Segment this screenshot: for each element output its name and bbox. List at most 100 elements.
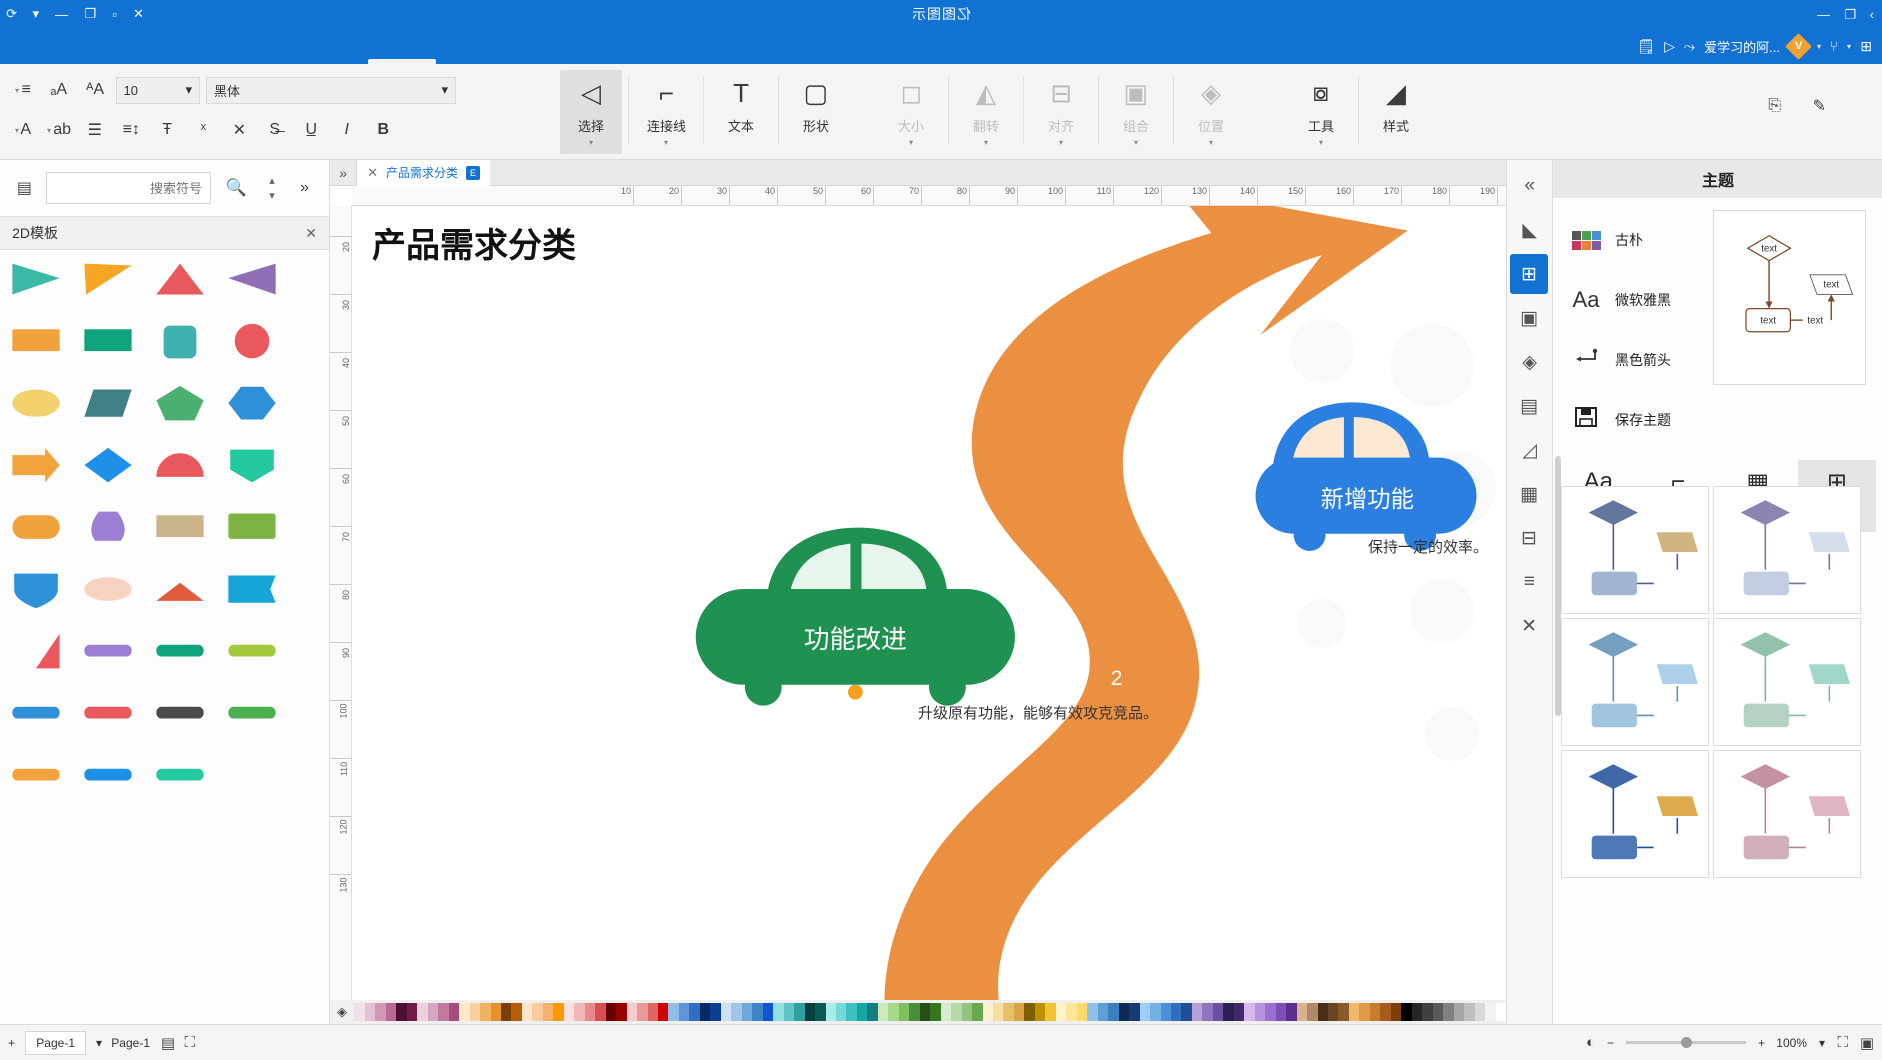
palette-color[interactable] (1097, 1003, 1109, 1021)
align-vertical-icon[interactable]: ≡↕ (116, 116, 146, 144)
palette-color[interactable] (616, 1003, 627, 1021)
palette-color[interactable] (877, 1003, 889, 1021)
palette-color[interactable] (741, 1003, 753, 1021)
palette-color[interactable] (678, 1003, 690, 1021)
palette-color[interactable] (521, 1003, 533, 1021)
palette-color[interactable] (605, 1003, 617, 1021)
close-icon[interactable]: ✕ (367, 165, 378, 181)
palette-color[interactable] (396, 1003, 407, 1021)
shuffle-icon[interactable]: ✕ (1511, 606, 1549, 646)
palette-color[interactable] (501, 1003, 512, 1021)
close-icon[interactable]: ✕ (305, 225, 317, 242)
layers-icon[interactable]: ◈ (1511, 342, 1549, 382)
sync-icon[interactable]: ⟳ (6, 6, 17, 22)
shape-item-vase[interactable] (80, 508, 136, 548)
palette-color[interactable] (595, 1003, 606, 1021)
palette-color[interactable] (1202, 1003, 1213, 1021)
shape-item-ellipse[interactable] (8, 384, 64, 424)
underline-icon[interactable]: U̲ (296, 116, 326, 144)
document-tab[interactable]: E 产品需求分类 ✕ (356, 159, 490, 186)
palette-color[interactable] (1328, 1003, 1339, 1021)
collapse-panel-button[interactable]: » (330, 160, 356, 186)
palette-color[interactable] (710, 1003, 721, 1021)
palette-color[interactable] (1359, 1003, 1370, 1021)
palette-color[interactable] (1474, 1003, 1486, 1021)
font-size-select[interactable]: ▾ 10 (116, 76, 200, 104)
shape-item-bar-teal[interactable] (152, 632, 208, 672)
palette-color[interactable] (1191, 1003, 1203, 1021)
theme-thumbnail[interactable] (1561, 618, 1709, 746)
palette-color[interactable] (553, 1003, 564, 1021)
palette-color[interactable] (825, 1003, 836, 1021)
ribbon-button-connector-icon[interactable]: ⌐ 连接线 ▾ (635, 70, 697, 154)
palette-color[interactable] (658, 1003, 669, 1021)
bold-icon[interactable]: B (368, 116, 398, 144)
palette-color[interactable] (1129, 1003, 1140, 1021)
palette-color[interactable] (1076, 1003, 1088, 1021)
chart-icon[interactable]: ◿ (1511, 430, 1549, 470)
chevron-down-icon[interactable]: ▾ (664, 138, 668, 147)
palette-color[interactable] (794, 1003, 805, 1021)
chevron-down-icon[interactable]: ▾ (589, 138, 593, 147)
minimize-window-icon[interactable]: — (55, 7, 68, 22)
image-icon[interactable]: ▣ (1511, 298, 1549, 338)
palette-color[interactable] (448, 1003, 460, 1021)
palette-color[interactable] (762, 1003, 774, 1021)
palette-color[interactable] (1212, 1003, 1224, 1021)
fill-bucket-icon[interactable]: ◣ (1511, 210, 1549, 250)
theme-thumbnail[interactable] (1713, 486, 1861, 614)
palette-color[interactable] (1139, 1003, 1151, 1021)
search-icon[interactable]: 🔍 (219, 172, 253, 204)
palette-color[interactable] (364, 1003, 376, 1021)
palette-color[interactable] (1254, 1003, 1266, 1021)
palette-color[interactable] (1118, 1003, 1130, 1021)
palette-color[interactable] (930, 1003, 941, 1021)
shapes-icon[interactable]: ⑂ (1830, 38, 1838, 54)
ribbon-button-size-icon[interactable]: ◻ 大小 ▾ (880, 70, 942, 154)
zoom-caret-icon[interactable]: ▾ (1819, 1036, 1825, 1050)
theme-thumbnail[interactable] (1561, 486, 1709, 614)
palette-color[interactable] (1401, 1003, 1412, 1021)
ribbon-button-fill-icon[interactable]: ◢ 样式 (1365, 70, 1427, 154)
palette-color[interactable] (480, 1003, 491, 1021)
palette-color[interactable] (668, 1003, 679, 1021)
ribbon-button-tools-icon[interactable]: ⧇ 工具 ▾ (1290, 70, 1352, 154)
shape-item-bar-blue[interactable] (8, 694, 64, 734)
palette-color[interactable] (406, 1003, 418, 1021)
pointer-icon[interactable]: ▷ (1664, 38, 1675, 55)
grid-view-icon[interactable]: ⊞ (1860, 38, 1872, 55)
palette-color[interactable] (1296, 1003, 1308, 1021)
share-icon[interactable]: ⤳ (1684, 38, 1695, 55)
chevron-down-icon[interactable]: ▾ (1319, 138, 1323, 147)
palette-color[interactable] (574, 1003, 585, 1021)
list-icon[interactable]: ☰ (80, 116, 110, 144)
shape-item-circle[interactable] (224, 322, 280, 362)
palette-color[interactable] (1150, 1003, 1161, 1021)
palette-color[interactable] (836, 1003, 847, 1021)
palette-color[interactable] (1422, 1003, 1433, 1021)
palette-color[interactable] (856, 1003, 868, 1021)
chevron-down-icon[interactable]: ▾ (984, 138, 988, 147)
theme-option-connector[interactable]: 黑色箭头 (1563, 330, 1713, 390)
shape-item-bar-orange[interactable] (8, 756, 64, 796)
palette-color[interactable] (1348, 1003, 1360, 1021)
palette-color[interactable] (1087, 1003, 1098, 1021)
palette-color[interactable] (385, 1003, 397, 1021)
shape-item-blob[interactable] (80, 570, 136, 610)
palette-color[interactable] (1432, 1003, 1444, 1021)
palette-color[interactable] (490, 1003, 501, 1021)
palette-color[interactable] (1013, 1003, 1025, 1021)
palette-color[interactable] (909, 1003, 920, 1021)
search-input-wrap[interactable] (46, 172, 211, 204)
palette-color[interactable] (919, 1003, 931, 1021)
palette-color[interactable] (731, 1003, 742, 1021)
palette-more-icon[interactable]: ◈ (330, 1004, 354, 1020)
add-page-button[interactable]: + (8, 1036, 15, 1050)
palette-color[interactable] (1024, 1003, 1035, 1021)
ribbon-button-cursor-icon[interactable]: ◁ 选择 ▾ (560, 70, 622, 154)
shape-item-bar-mint[interactable] (152, 756, 208, 796)
palette-color[interactable] (752, 1003, 763, 1021)
palette-color[interactable] (1265, 1003, 1276, 1021)
palette-color[interactable] (1390, 1003, 1402, 1021)
superscript-icon[interactable]: Ŧ (152, 116, 182, 144)
